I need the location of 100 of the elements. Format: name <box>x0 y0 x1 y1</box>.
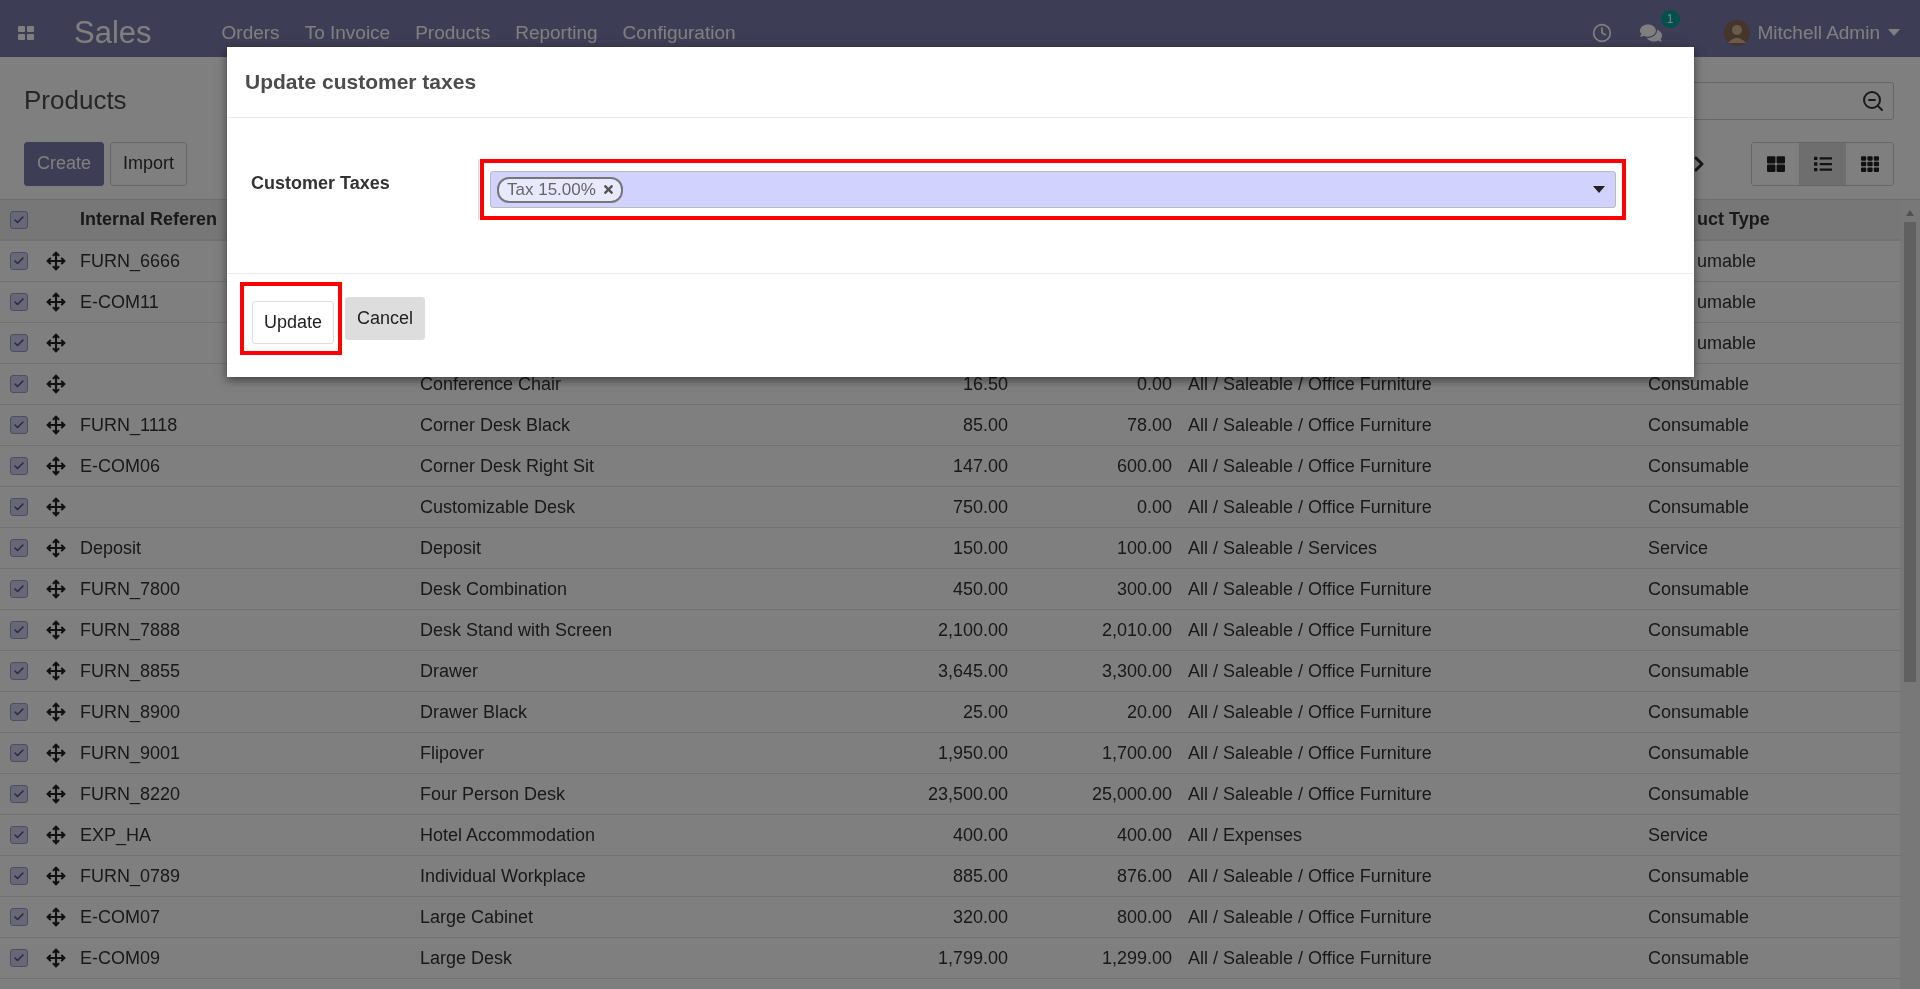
drag-handle-icon[interactable] <box>46 784 66 804</box>
drag-handle-icon[interactable] <box>46 948 66 968</box>
category-cell-text: All / Expenses <box>1187 824 1304 846</box>
row-checkbox[interactable] <box>10 949 28 967</box>
drag-handle-icon[interactable] <box>46 292 66 312</box>
name-cell-text: Individual Workplace <box>419 865 587 887</box>
import-button[interactable]: Import <box>110 141 188 186</box>
row-checkbox[interactable] <box>10 416 28 434</box>
type-cell-text: Consumable <box>1647 414 1751 436</box>
check-icon <box>13 419 25 431</box>
menu-item[interactable]: To Invoice <box>304 21 391 44</box>
reference-cell-text: FURN_8220 <box>79 783 182 805</box>
name-cell-text: Drawer Black <box>419 701 529 723</box>
row-checkbox[interactable] <box>10 662 28 680</box>
create-button[interactable]: Create <box>24 141 105 186</box>
type-cell-text: Consumable <box>1647 660 1751 682</box>
reference-cell-text: FURN_8855 <box>79 660 182 682</box>
check-icon <box>13 747 25 759</box>
check-icon <box>13 911 25 923</box>
user-menu[interactable]: Mitchell Admin <box>1717 18 1906 47</box>
name-cell-text: Conference Chair <box>419 373 563 395</box>
check-icon <box>13 460 25 472</box>
reference-cell-text: EXP_HA <box>79 824 153 846</box>
row-checkbox[interactable] <box>10 621 28 639</box>
price-cell-text: 25.00 <box>961 701 1009 723</box>
price-cell-text: 147.00 <box>951 455 1009 477</box>
row-checkbox[interactable] <box>10 744 28 762</box>
view-switch-button[interactable] <box>1799 142 1846 185</box>
menu-item[interactable]: Products <box>415 21 491 44</box>
drag-handle-icon[interactable] <box>46 579 66 599</box>
drag-handle-icon[interactable] <box>46 620 66 640</box>
row-checkbox[interactable] <box>10 580 28 598</box>
drag-handle-icon[interactable] <box>46 374 66 394</box>
type-cell-text: Consumable <box>1647 865 1751 887</box>
menu-item[interactable]: Reporting <box>515 21 598 44</box>
category-cell-text: All / Saleable / Office Furniture <box>1187 783 1433 805</box>
drag-handle-icon[interactable] <box>46 825 66 845</box>
update-button[interactable]: Update <box>252 301 335 344</box>
check-icon <box>13 501 25 513</box>
row-checkbox[interactable] <box>10 785 28 803</box>
type-cell-text: Service <box>1647 824 1710 846</box>
row-checkbox[interactable] <box>10 908 28 926</box>
type-cell-text: Consumable <box>1647 619 1751 641</box>
avatar <box>1723 19 1750 46</box>
name-cell-text: Large Desk <box>419 947 514 969</box>
drag-handle-icon[interactable] <box>46 866 66 886</box>
type-cell-text: Service <box>1647 537 1710 559</box>
row-checkbox[interactable] <box>10 498 28 516</box>
row-checkbox[interactable] <box>10 703 28 721</box>
drag-handle-icon[interactable] <box>46 333 66 353</box>
clock-icon <box>1591 22 1612 43</box>
cost-cell-text: 600.00 <box>1115 455 1173 477</box>
category-cell-text: All / Saleable / Office Furniture <box>1187 742 1433 764</box>
name-cell-text: Flipover <box>419 742 486 764</box>
caret-icon <box>1888 29 1900 36</box>
name-cell-text: Large Cabinet <box>419 906 535 928</box>
type-cell-text: Consumable <box>1647 947 1751 969</box>
price-cell-text: 1,950.00 <box>936 742 1009 764</box>
remove-icon[interactable] <box>601 183 615 196</box>
row-checkbox[interactable] <box>10 252 28 270</box>
drag-handle-icon[interactable] <box>46 251 66 271</box>
reference-cell-text: FURN_7888 <box>79 619 182 641</box>
row-checkbox[interactable] <box>10 375 28 393</box>
menu-item[interactable]: Configuration <box>622 21 736 44</box>
cost-cell-text: 25,000.00 <box>1090 783 1173 805</box>
cancel-button[interactable]: Cancel <box>345 297 426 340</box>
select-all-checkbox[interactable] <box>10 210 28 229</box>
drag-handle-icon[interactable] <box>46 907 66 927</box>
cost-cell-text: 300.00 <box>1115 578 1173 600</box>
row-checkbox[interactable] <box>10 334 28 352</box>
list-view-icon <box>1813 154 1832 173</box>
check-icon <box>13 706 25 718</box>
drag-handle-icon[interactable] <box>46 743 66 763</box>
name-cell-text: Corner Desk Black <box>419 414 572 436</box>
price-cell-text: 1,799.00 <box>936 947 1009 969</box>
price-cell-text: 400.00 <box>951 824 1009 846</box>
drag-handle-icon[interactable] <box>46 456 66 476</box>
menu-item[interactable]: Orders <box>221 21 280 44</box>
drag-handle-icon[interactable] <box>46 538 66 558</box>
drag-handle-icon[interactable] <box>46 415 66 435</box>
grid-view-icon <box>1860 154 1879 173</box>
row-checkbox[interactable] <box>10 539 28 557</box>
name-cell-text: Desk Stand with Screen <box>419 619 614 641</box>
row-checkbox[interactable] <box>10 867 28 885</box>
row-checkbox[interactable] <box>10 457 28 475</box>
category-cell-text: All / Saleable / Office Furniture <box>1187 865 1433 887</box>
row-checkbox[interactable] <box>10 826 28 844</box>
drag-handle-icon[interactable] <box>46 661 66 681</box>
category-cell-text: All / Saleable / Office Furniture <box>1187 496 1433 518</box>
page-title: Products <box>24 85 127 117</box>
reference-cell-text: E-COM07 <box>79 906 161 928</box>
taxes-field[interactable]: Tax 15.00% <box>490 171 1616 208</box>
type-cell-text: Consumable <box>1647 373 1751 395</box>
cost-cell-text: 2,010.00 <box>1100 619 1173 641</box>
scrollbar[interactable] <box>1900 200 1920 989</box>
cost-cell-text: 800.00 <box>1115 906 1173 928</box>
row-checkbox[interactable] <box>10 293 28 311</box>
drag-handle-icon[interactable] <box>46 497 66 517</box>
drag-handle-icon[interactable] <box>46 702 66 722</box>
name-cell-text: Four Person Desk <box>419 783 567 805</box>
